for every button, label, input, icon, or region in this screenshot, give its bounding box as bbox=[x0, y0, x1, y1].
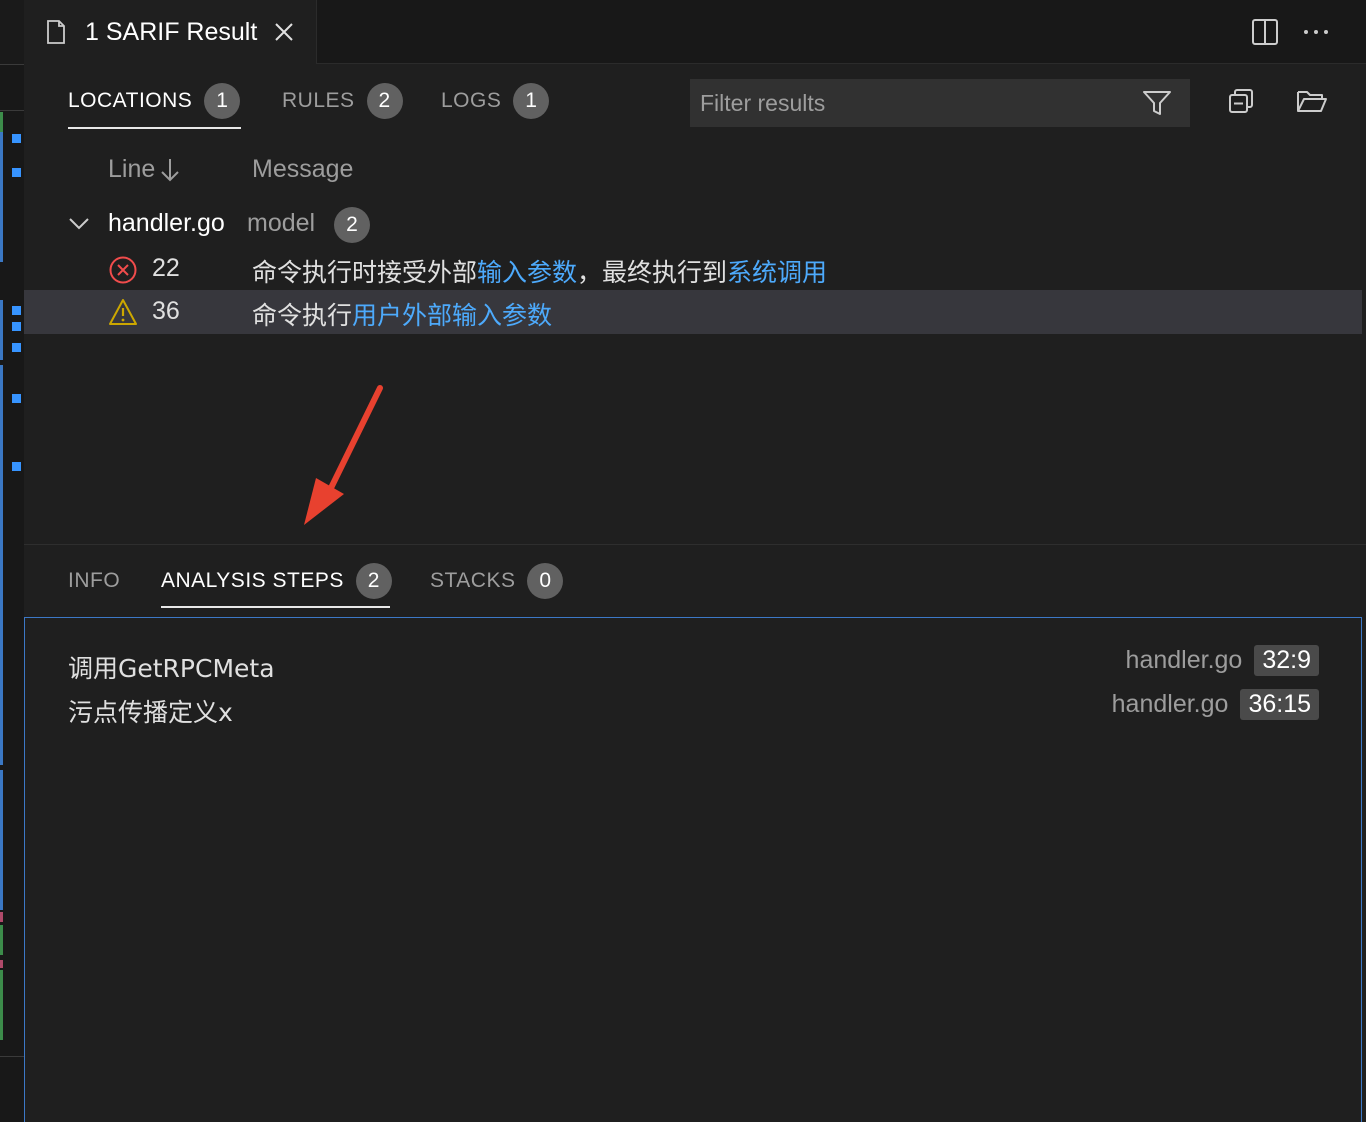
group-file-name: handler.go bbox=[108, 209, 225, 237]
collapse-all-icon[interactable] bbox=[1228, 88, 1254, 114]
tab-info-label: INFO bbox=[68, 569, 121, 592]
result-message: 命令执行用户外部输入参数 bbox=[252, 296, 552, 332]
filter-input[interactable] bbox=[700, 89, 1120, 117]
message-link[interactable]: 系统调用 bbox=[727, 258, 827, 287]
error-icon bbox=[109, 256, 137, 284]
tab-locations-count: 1 bbox=[204, 83, 241, 119]
result-line-number: 36 bbox=[152, 297, 180, 325]
filter-icon[interactable] bbox=[1142, 89, 1172, 117]
tab-rules-label: RULES bbox=[282, 89, 355, 112]
open-folder-icon[interactable] bbox=[1296, 88, 1328, 114]
tab-stacks[interactable]: STACKS 0 bbox=[430, 561, 564, 601]
step-file: handler.go bbox=[1111, 690, 1229, 718]
tab-rules-count: 2 bbox=[366, 83, 403, 119]
filter-box bbox=[690, 79, 1190, 127]
message-text: ，最终执行到 bbox=[577, 258, 728, 287]
column-line-label: Line bbox=[108, 155, 156, 183]
step-description: 污点传播定义x bbox=[68, 698, 233, 727]
editor-tab-sarif-result[interactable]: 1 SARIF Result bbox=[24, 0, 317, 64]
step-file: handler.go bbox=[1125, 646, 1243, 674]
editor-tab-bar: 1 SARIF Result bbox=[24, 0, 1366, 64]
active-tab-indicator bbox=[68, 127, 241, 129]
result-row[interactable]: 22 命令执行时接受外部输入参数，最终执行到系统调用 bbox=[24, 247, 1362, 291]
tab-locations-label: LOCATIONS bbox=[68, 89, 193, 112]
step-position: 32:9 bbox=[1254, 645, 1319, 676]
analysis-step-row[interactable]: 调用GetRPCMeta handler.go 32:9 bbox=[25, 642, 1361, 686]
column-header-message[interactable]: Message bbox=[252, 155, 353, 184]
tab-info[interactable]: INFO bbox=[68, 561, 120, 601]
column-message-label: Message bbox=[252, 155, 354, 183]
file-icon bbox=[47, 20, 65, 44]
analysis-steps-list[interactable]: 调用GetRPCMeta handler.go 32:9 污点传播定义x han… bbox=[24, 617, 1362, 1122]
editor-tab-title: 1 SARIF Result bbox=[85, 17, 258, 46]
group-count-badge: 2 bbox=[334, 207, 370, 243]
tab-stacks-label: STACKS bbox=[430, 569, 516, 592]
warning-icon bbox=[109, 299, 137, 325]
chevron-down-icon[interactable] bbox=[68, 217, 90, 231]
close-icon[interactable] bbox=[273, 21, 295, 43]
step-description: 调用GetRPCMeta bbox=[68, 654, 275, 683]
group-folder-name: model bbox=[247, 209, 316, 237]
tab-logs-count: 1 bbox=[513, 83, 550, 119]
step-position: 36:15 bbox=[1240, 689, 1319, 720]
message-text: 命令执行时接受外部 bbox=[252, 258, 478, 287]
tab-analysis-steps-label: ANALYSIS STEPS bbox=[161, 569, 344, 592]
result-message: 命令执行时接受外部输入参数，最终执行到系统调用 bbox=[252, 253, 827, 289]
result-row-selected[interactable]: 36 命令执行用户外部输入参数 bbox=[24, 290, 1362, 334]
more-actions-icon[interactable] bbox=[1302, 22, 1330, 42]
tab-analysis-steps[interactable]: ANALYSIS STEPS 2 bbox=[161, 561, 392, 601]
message-text: 命令执行 bbox=[252, 301, 353, 330]
annotation-arrow-icon bbox=[304, 385, 383, 525]
tab-logs[interactable]: LOGS 1 bbox=[441, 81, 550, 121]
tab-analysis-steps-count: 2 bbox=[355, 563, 392, 599]
minimap-strip bbox=[0, 0, 24, 1122]
split-editor-icon[interactable] bbox=[1251, 18, 1279, 46]
arrow-down-icon bbox=[161, 158, 179, 181]
analysis-step-row[interactable]: 污点传播定义x handler.go 36:15 bbox=[25, 686, 1361, 730]
message-link[interactable]: 用户外部输入参数 bbox=[352, 301, 552, 330]
panel-divider[interactable] bbox=[24, 544, 1366, 545]
active-tab-indicator bbox=[161, 606, 390, 608]
tab-stacks-count: 0 bbox=[527, 563, 564, 599]
tab-rules[interactable]: RULES 2 bbox=[282, 81, 403, 121]
tab-logs-label: LOGS bbox=[441, 89, 502, 112]
message-link[interactable]: 输入参数 bbox=[477, 258, 577, 287]
result-group-row[interactable]: handler.go model 2 bbox=[24, 204, 1362, 246]
result-line-number: 22 bbox=[152, 254, 180, 282]
column-header-line[interactable]: Line bbox=[108, 155, 181, 184]
tab-locations[interactable]: LOCATIONS 1 bbox=[68, 81, 241, 121]
